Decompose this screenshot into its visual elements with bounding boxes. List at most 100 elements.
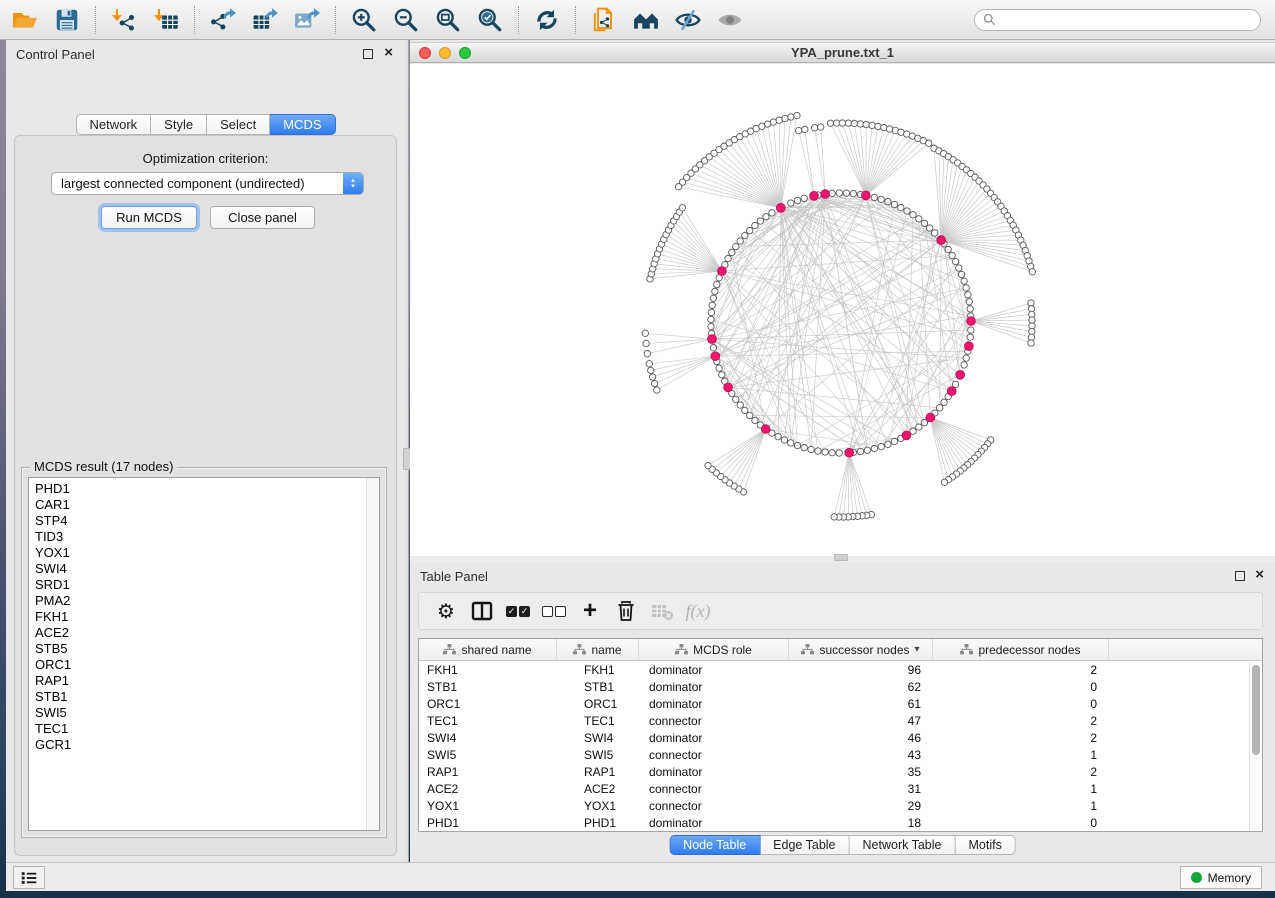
- table-row-FKH1[interactable]: FKH1FKH1dominator962: [419, 661, 1262, 678]
- table-toolbar: ⚙✓✓+f(x): [418, 592, 1263, 630]
- cell-predecessor_nodes: 2: [933, 731, 1109, 745]
- mcds-result-item[interactable]: TEC1: [29, 721, 379, 737]
- mcds-result-item[interactable]: STB1: [29, 689, 379, 705]
- close-table-panel-icon[interactable]: ×: [1255, 566, 1264, 584]
- show-all-icon[interactable]: [709, 3, 751, 37]
- network-window-titlebar[interactable]: YPA_prune.txt_1: [410, 42, 1275, 63]
- zoom-selected-icon[interactable]: [469, 3, 511, 37]
- column-header-MCDS-role[interactable]: MCDS role: [639, 639, 789, 660]
- mcds-result-item[interactable]: FKH1: [29, 609, 379, 625]
- save-session-icon[interactable]: [46, 3, 88, 37]
- cell-name: ORC1: [557, 697, 639, 711]
- mcds-result-item[interactable]: STB5: [29, 641, 379, 657]
- export-table-icon[interactable]: [244, 3, 286, 37]
- mcds-result-groupbox: MCDS result (17 nodes) PHD1CAR1STP4TID3Y…: [21, 467, 387, 838]
- export-image-icon[interactable]: [286, 3, 328, 37]
- mcds-list-scrollbar[interactable]: [366, 478, 379, 830]
- zoom-in-icon[interactable]: [343, 3, 385, 37]
- export-network-icon[interactable]: [202, 3, 244, 37]
- table-row-ACE2[interactable]: ACE2ACE2connector311: [419, 780, 1262, 797]
- run-mcds-button[interactable]: Run MCDS: [101, 206, 197, 229]
- select-all-icon[interactable]: ✓✓: [503, 596, 533, 626]
- close-panel-button[interactable]: Close panel: [210, 206, 315, 229]
- search-input[interactable]: [1001, 11, 1252, 29]
- tab-mcds[interactable]: MCDS: [270, 114, 335, 135]
- column-header-predecessor-nodes[interactable]: predecessor nodes: [933, 639, 1109, 660]
- tab-network-table[interactable]: Network Table: [850, 835, 956, 855]
- mcds-result-item[interactable]: YOX1: [29, 545, 379, 561]
- table-row-SWI5[interactable]: SWI5SWI5connector431: [419, 746, 1262, 763]
- tab-edge-table[interactable]: Edge Table: [760, 835, 849, 855]
- vertical-splitter[interactable]: [405, 40, 409, 862]
- criterion-dropdown[interactable]: largest connected component (undirected)…: [51, 172, 364, 195]
- float-table-panel-icon[interactable]: [1235, 571, 1245, 581]
- import-table-icon[interactable]: [145, 3, 187, 37]
- apply-layout-icon[interactable]: [526, 3, 568, 37]
- network-graph-canvas[interactable]: [410, 64, 1275, 556]
- memory-button[interactable]: Memory: [1180, 866, 1262, 889]
- deselect-all-icon[interactable]: [539, 596, 569, 626]
- import-network-icon[interactable]: [103, 3, 145, 37]
- mcds-result-item[interactable]: GCR1: [29, 737, 379, 753]
- zoom-out-icon[interactable]: [385, 3, 427, 37]
- add-column-icon[interactable]: +: [575, 596, 605, 626]
- mcds-result-item[interactable]: PHD1: [29, 481, 379, 497]
- table-row-SWI4[interactable]: SWI4SWI4dominator462: [419, 729, 1262, 746]
- table-row-STB1[interactable]: STB1STB1dominator620: [419, 678, 1262, 695]
- table-scrollbar-thumb[interactable]: [1252, 665, 1260, 755]
- column-header-successor-nodes[interactable]: successor nodes▾: [789, 639, 933, 660]
- table-row-YOX1[interactable]: YOX1YOX1connector291: [419, 797, 1262, 814]
- mcds-result-list[interactable]: PHD1CAR1STP4TID3YOX1SWI4SRD1PMA2FKH1ACE2…: [28, 477, 380, 831]
- mcds-result-item[interactable]: SWI4: [29, 561, 379, 577]
- table-panel: Table Panel × ⚙✓✓+f(x) shared namenameMC…: [410, 562, 1275, 862]
- maximize-window-icon[interactable]: [459, 47, 471, 59]
- search-box[interactable]: [974, 9, 1261, 31]
- tab-select[interactable]: Select: [207, 114, 270, 135]
- float-panel-icon[interactable]: [363, 49, 373, 59]
- close-panel-icon[interactable]: ×: [384, 44, 393, 62]
- tab-style[interactable]: Style: [151, 114, 207, 135]
- cell-predecessor_nodes: 1: [933, 782, 1109, 796]
- table-scrollbar[interactable]: [1249, 662, 1262, 830]
- column-header-shared-name[interactable]: shared name: [419, 639, 557, 660]
- table-row-TEC1[interactable]: TEC1TEC1connector472: [419, 712, 1262, 729]
- mcds-result-item[interactable]: SRD1: [29, 577, 379, 593]
- first-neighbors-icon[interactable]: [625, 3, 667, 37]
- tab-node-table[interactable]: Node Table: [669, 835, 760, 855]
- zoom-fit-icon[interactable]: [427, 3, 469, 37]
- list-icon: [20, 870, 38, 886]
- dropdown-stepper-icon[interactable]: ▴▾: [343, 173, 363, 194]
- table-row-PHD1[interactable]: PHD1PHD1dominator180: [419, 814, 1262, 831]
- automation-panel-button[interactable]: [13, 866, 45, 889]
- delete-column-icon[interactable]: [611, 596, 641, 626]
- cell-name: SWI5: [557, 748, 639, 762]
- cell-successor_nodes: 46: [789, 731, 933, 745]
- table-row-ORC1[interactable]: ORC1ORC1dominator610: [419, 695, 1262, 712]
- cell-mcds_role: dominator: [639, 680, 789, 694]
- minimize-window-icon[interactable]: [439, 47, 451, 59]
- mcds-result-title: MCDS result (17 nodes): [30, 459, 177, 474]
- new-network-from-selection-icon[interactable]: [583, 3, 625, 37]
- mcds-result-item[interactable]: STP4: [29, 513, 379, 529]
- mcds-result-item[interactable]: CAR1: [29, 497, 379, 513]
- toolbar-separator: [518, 6, 519, 34]
- table-options-icon[interactable]: ⚙: [431, 596, 461, 626]
- toolbar-separator: [194, 6, 195, 34]
- show-column-panel-icon[interactable]: [467, 596, 497, 626]
- close-window-icon[interactable]: [419, 47, 431, 59]
- mcds-result-item[interactable]: SWI5: [29, 705, 379, 721]
- mcds-result-item[interactable]: TID3: [29, 529, 379, 545]
- table-row-RAP1[interactable]: RAP1RAP1dominator352: [419, 763, 1262, 780]
- mcds-result-item[interactable]: PMA2: [29, 593, 379, 609]
- column-header-name[interactable]: name: [557, 639, 639, 660]
- mcds-result-item[interactable]: ORC1: [29, 657, 379, 673]
- mcds-result-item[interactable]: RAP1: [29, 673, 379, 689]
- hide-selected-icon[interactable]: [667, 3, 709, 37]
- tab-network[interactable]: Network: [75, 114, 151, 135]
- horizontal-splitter-grip[interactable]: [834, 554, 848, 561]
- mcds-result-item[interactable]: ACE2: [29, 625, 379, 641]
- tab-motifs[interactable]: Motifs: [955, 835, 1015, 855]
- open-file-icon[interactable]: [4, 3, 46, 37]
- criterion-value: largest connected component (undirected): [52, 176, 343, 191]
- cell-predecessor_nodes: 1: [933, 799, 1109, 813]
